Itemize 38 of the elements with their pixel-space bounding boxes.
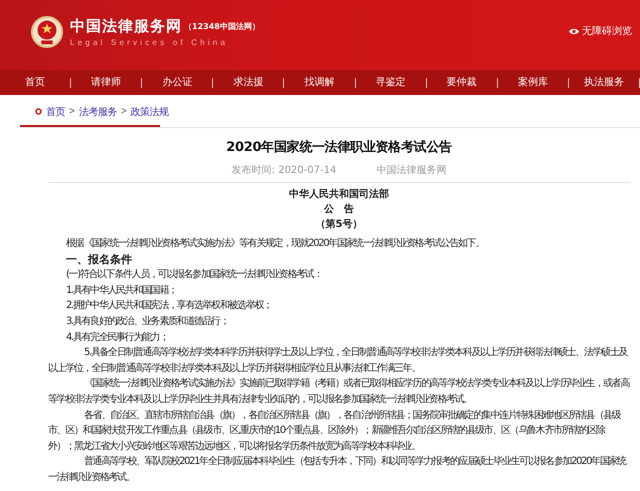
nav-link[interactable]: 案例库 — [498, 78, 569, 88]
issuer-line: 公 告 — [322, 202, 355, 217]
paragraph: 1.具有中华人民共和国国籍； — [65, 284, 178, 298]
article-source: 中国法律服务网 — [376, 164, 446, 177]
paragraph: 各省、自治区、直辖市所辖自治县（旗），各自治区所辖县（旗），各自治州所辖县；国务院审批确定的集中连片特殊困难地区所辖县（县级市、区）和国家扶贫开发工作重点县（县级市、区,重庆市的10个重点县、区除外）；新疆维吾尔自治区所辖的县级市、区（乌鲁木齐市所辖的区除外）；黑龙江省大小兴安岭地区等艰苦边远地区，可以将报名学历条件放宽为高等学校本科毕业。 — [48, 408, 622, 454]
paragraph: 3.具有良好的政治、业务素质和道德品行； — [65, 314, 230, 329]
section-heading: 一、报名条件 — [65, 252, 133, 268]
nav-link[interactable]: 要仲裁 — [426, 78, 498, 88]
paragraph: 5.具备全日制普通高等学校法学类本科学历并获得学士及以上学位，全日制普通高等学校非法学类本科及以上学历并获得法律硕士、法学硕士及以上学位，全日制普通高等学校非法学类本科及以上学历并获得相应学位且从事法律工作满三年。 — [48, 346, 629, 376]
breadcrumb-separator: > — [69, 106, 75, 117]
paragraph: 普通高等学校、军队院校2021年全日制应届本科毕业生（包括专升本，下同）和以同等学力报考的应届硕士毕业生可以报名参加2020年国家统一法律职业资格考试。 — [48, 454, 628, 485]
paragraph: (一)符合以下条件人员，可以报名参加国家统一法律职业资格考试： — [65, 268, 323, 282]
accessibility-link[interactable]: 无障碍浏览 — [569, 24, 632, 38]
nav-link[interactable]: 办公证 — [142, 78, 214, 88]
paragraph: 《国家统一法律职业资格考试实施办法》实施前已取得学籍（考籍）或者已取得相应学历的高等学校法学类专业本科及以上学历毕业生，或者高等学校非法学类专业本科及以上学历毕业生并具有法律专业知识的，可以报名参加国家统一法律职业资格考试。 — [48, 376, 630, 407]
nav-link[interactable]: 执法服务 — [568, 78, 640, 88]
site-english-name: Legal Services of China — [70, 38, 230, 47]
nav-link[interactable]: 寻鉴定 — [356, 78, 427, 88]
nav-link[interactable]: 请律师 — [71, 78, 142, 88]
emblem-icon — [30, 15, 64, 49]
article-title: 2020年国家统一法律职业资格考试公告 — [225, 138, 453, 156]
location-icon — [35, 108, 42, 115]
site-name: 中国法律服务网 — [70, 17, 182, 36]
eye-icon — [569, 28, 579, 34]
breadcrumb-link[interactable]: 法考服务 — [78, 104, 117, 118]
issuer-line: （第5号） — [314, 218, 364, 232]
breadcrumb-link[interactable]: 政策法规 — [130, 104, 169, 118]
publish-date: 发布时间: 2020-07-14 — [232, 164, 336, 177]
paragraph: 根据《国家统一法律职业资格考试实施办法》等有关规定，现就2020年国家统一法律职业资格考试公告如下。 — [65, 236, 485, 251]
issuer-line: 中华人民共和国司法部 — [288, 188, 390, 202]
paragraph: 4.具有完全民事行为能力； — [65, 330, 169, 345]
breadcrumb-link[interactable]: 首页 — [46, 104, 65, 118]
breadcrumb-separator: > — [120, 106, 127, 117]
nav-link[interactable]: 找调解 — [284, 78, 356, 88]
nav-link[interactable]: 首页 — [0, 78, 72, 88]
paragraph: 2.拥护中华人民共和国宪法，享有选举权和被选举权； — [65, 298, 273, 314]
nav-link[interactable]: 求法援 — [213, 78, 284, 88]
site-subtitle: （12348中国法网） — [184, 21, 260, 32]
